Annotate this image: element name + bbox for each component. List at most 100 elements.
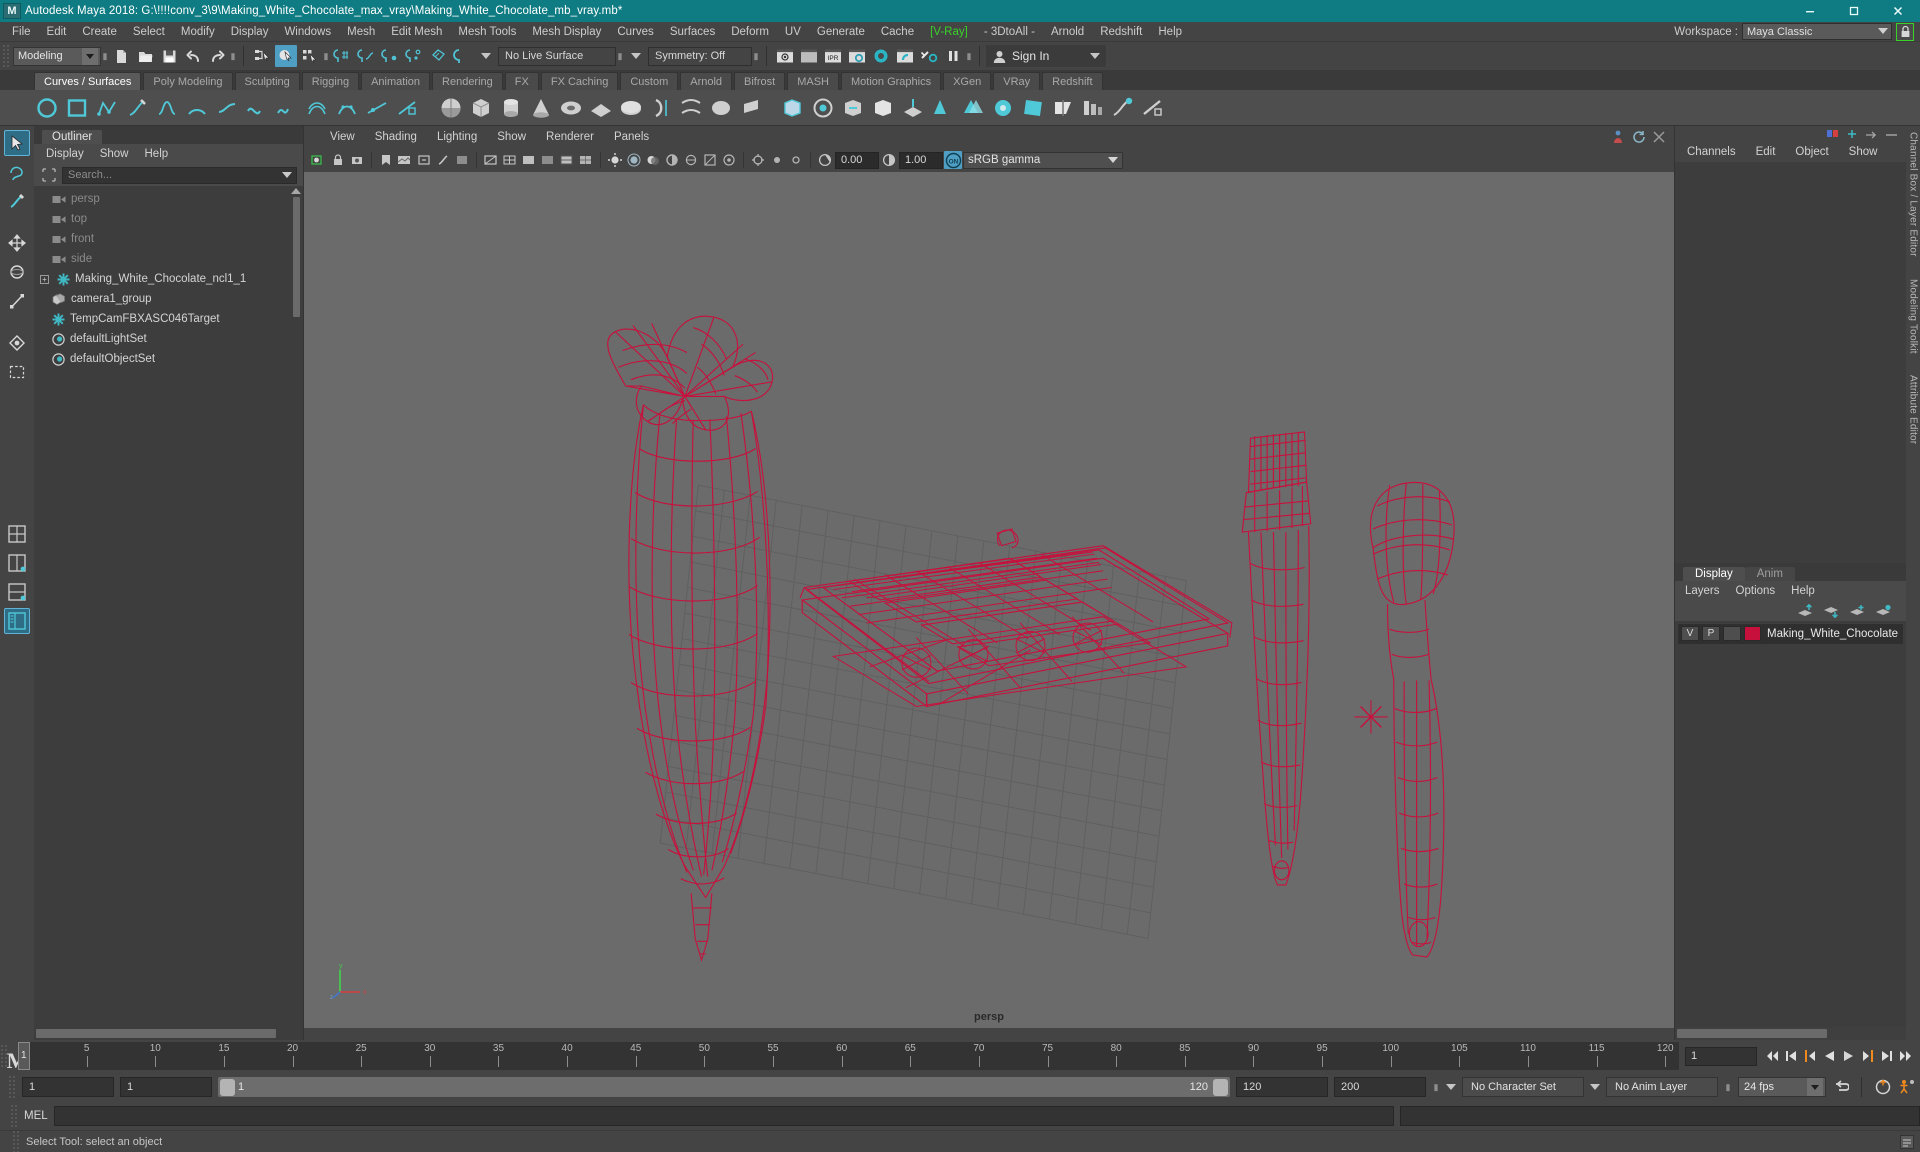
menu-mesh[interactable]: Mesh [339,22,383,42]
depth-of-field-icon[interactable] [720,151,738,169]
shelf-tab-xgen[interactable]: XGen [943,72,992,90]
channel-menu-channels[interactable]: Channels [1687,146,1736,158]
gamma-icon[interactable] [880,151,898,169]
shelf-project-curve-icon[interactable] [900,95,926,121]
viewport-menu-view[interactable]: View [320,131,365,143]
anim-layer-field[interactable]: No Anim Layer [1606,1077,1718,1097]
command-input[interactable] [53,1106,1394,1126]
channel-menu-object[interactable]: Object [1795,146,1828,158]
menu-select[interactable]: Select [125,22,173,42]
go-to-start-button[interactable] [1764,1046,1781,1066]
render-settings-button[interactable] [846,45,868,67]
side-tab-modeling-toolkit[interactable]: Modeling Toolkit [1908,279,1919,354]
shelf-cone-icon[interactable] [528,95,554,121]
shelf-surface-fillet-icon[interactable] [930,95,956,121]
pause-render-button[interactable] [942,45,964,67]
filter-icon[interactable] [40,167,58,183]
shelf-square-surface-icon[interactable] [1020,95,1046,121]
viewport-menu-lighting[interactable]: Lighting [427,131,487,143]
multisample-aa-icon[interactable] [701,151,719,169]
exposure-field[interactable]: 0.00 [835,151,879,169]
range-collapse-handle-2[interactable]: ▮ [1724,1076,1732,1098]
exposure-icon[interactable] [816,151,834,169]
outliner-item-default-light-set[interactable]: defaultLightSet [34,329,303,349]
menu-generate[interactable]: Generate [809,22,873,42]
shadows-icon[interactable] [644,151,662,169]
collapse-handle-6[interactable]: ▮ [965,45,973,67]
shelf-tab-curves-surfaces[interactable]: Curves / Surfaces [34,72,142,90]
layer-playback-toggle[interactable]: P [1702,626,1720,641]
range-start-field[interactable]: 1 [22,1077,114,1097]
time-slider-track[interactable]: 1 5 10 15 20 25 30 35 40 45 50 55 60 65 70 75 80 85 90 95 1… [18,1042,1679,1070]
menu-redshift[interactable]: Redshift [1092,22,1150,42]
shelf-disc-icon[interactable] [618,95,644,121]
shelf-tab-fx-caching[interactable]: FX Caching [540,72,619,90]
shelf-tab-motion-graphics[interactable]: Motion Graphics [841,72,942,90]
shelf-boolean-icon[interactable] [780,95,806,121]
shelf-intersect-icon[interactable] [960,95,986,121]
shelf-tab-fx[interactable]: FX [504,72,539,90]
layout-three-pane-button[interactable] [4,579,30,605]
outliner-menu-show[interactable]: Show [100,148,129,160]
viewport-menu-show[interactable]: Show [487,131,536,143]
range-right-handle[interactable] [1213,1078,1228,1096]
layer-visibility-toggle[interactable]: V [1681,626,1699,641]
outliner-item-top[interactable]: top [34,209,303,229]
live-surface-field[interactable]: No Live Surface [498,46,616,66]
film-gate-icon[interactable] [453,151,471,169]
shelf-tab-mash[interactable]: MASH [787,72,839,90]
step-forward-key-button[interactable] [1878,1046,1895,1066]
collapse-handle-3[interactable]: ▮ [322,45,330,67]
snap-curve-button[interactable] [355,45,377,67]
shelf-loft-icon[interactable] [678,95,704,121]
shelf-circle-icon[interactable] [34,95,60,121]
menu-edit-mesh[interactable]: Edit Mesh [383,22,450,42]
shelf-extrude-icon[interactable] [738,95,764,121]
shelf-tab-redshift[interactable]: Redshift [1042,72,1103,90]
outliner-horizontal-scrollbar[interactable] [34,1026,303,1040]
new-scene-button[interactable] [110,45,132,67]
workspace-select[interactable]: Maya Classic [1742,23,1892,40]
expand-toggle-icon[interactable]: + [40,274,49,284]
display-layer-list[interactable]: V P Making_White_Chocolate [1675,620,1906,1027]
menu-arnold[interactable]: Arnold [1043,22,1092,42]
bookmark-icon[interactable] [377,151,395,169]
chevron-down-icon[interactable] [282,172,292,178]
paint-select-tool-button[interactable] [4,188,30,214]
menu-create[interactable]: Create [74,22,125,42]
outliner-item-tempcam-target[interactable]: TempCamFBXASC046Target [34,309,303,329]
shelf-tab-arnold[interactable]: Arnold [680,72,733,90]
xray-icon[interactable] [482,151,500,169]
smooth-shade-icon[interactable] [520,151,538,169]
shelf-pencil-curve-icon[interactable] [124,95,150,121]
shelf-torus-icon[interactable] [558,95,584,121]
layout-outliner-persp-button[interactable] [4,608,30,634]
viewport-menu-shading[interactable]: Shading [365,131,427,143]
xray-active-components-icon[interactable] [787,151,805,169]
scroll-up-arrow-icon[interactable] [291,188,301,194]
snap-grid-button[interactable] [331,45,353,67]
menu-3dtoall[interactable]: - 3DtoAll - [976,22,1043,42]
xray-joints-icon[interactable] [768,151,786,169]
menu-deform[interactable]: Deform [723,22,777,42]
toolbar-grip[interactable] [2,44,10,68]
layer-menu-options[interactable]: Options [1736,585,1776,597]
shelf-offset-curve-icon[interactable] [304,95,330,121]
symmetry-field[interactable]: Symmetry: Off [648,46,752,66]
collapse-handle-5[interactable]: ▮ [752,45,760,67]
script-editor-button[interactable] [1900,1134,1914,1149]
shelf-bezier-icon[interactable] [154,95,180,121]
tab-anim-layers[interactable]: Anim [1744,566,1795,581]
command-language-label[interactable]: MEL [24,1110,48,1122]
outliner-item-side[interactable]: side [34,249,303,269]
snap-options-dropdown[interactable] [475,45,497,67]
go-to-end-button[interactable] [1897,1046,1914,1066]
snap-projected-button[interactable] [403,45,425,67]
symmetry-dropdown[interactable] [625,45,647,67]
auto-keyframe-button[interactable] [1874,1077,1891,1097]
lock-camera-icon[interactable] [329,151,347,169]
color-management-select[interactable]: sRGB gamma [963,151,1123,169]
outliner-vertical-scrollbar[interactable] [291,188,301,1024]
flat-shade-icon[interactable] [539,151,557,169]
menu-mesh-display[interactable]: Mesh Display [524,22,609,42]
